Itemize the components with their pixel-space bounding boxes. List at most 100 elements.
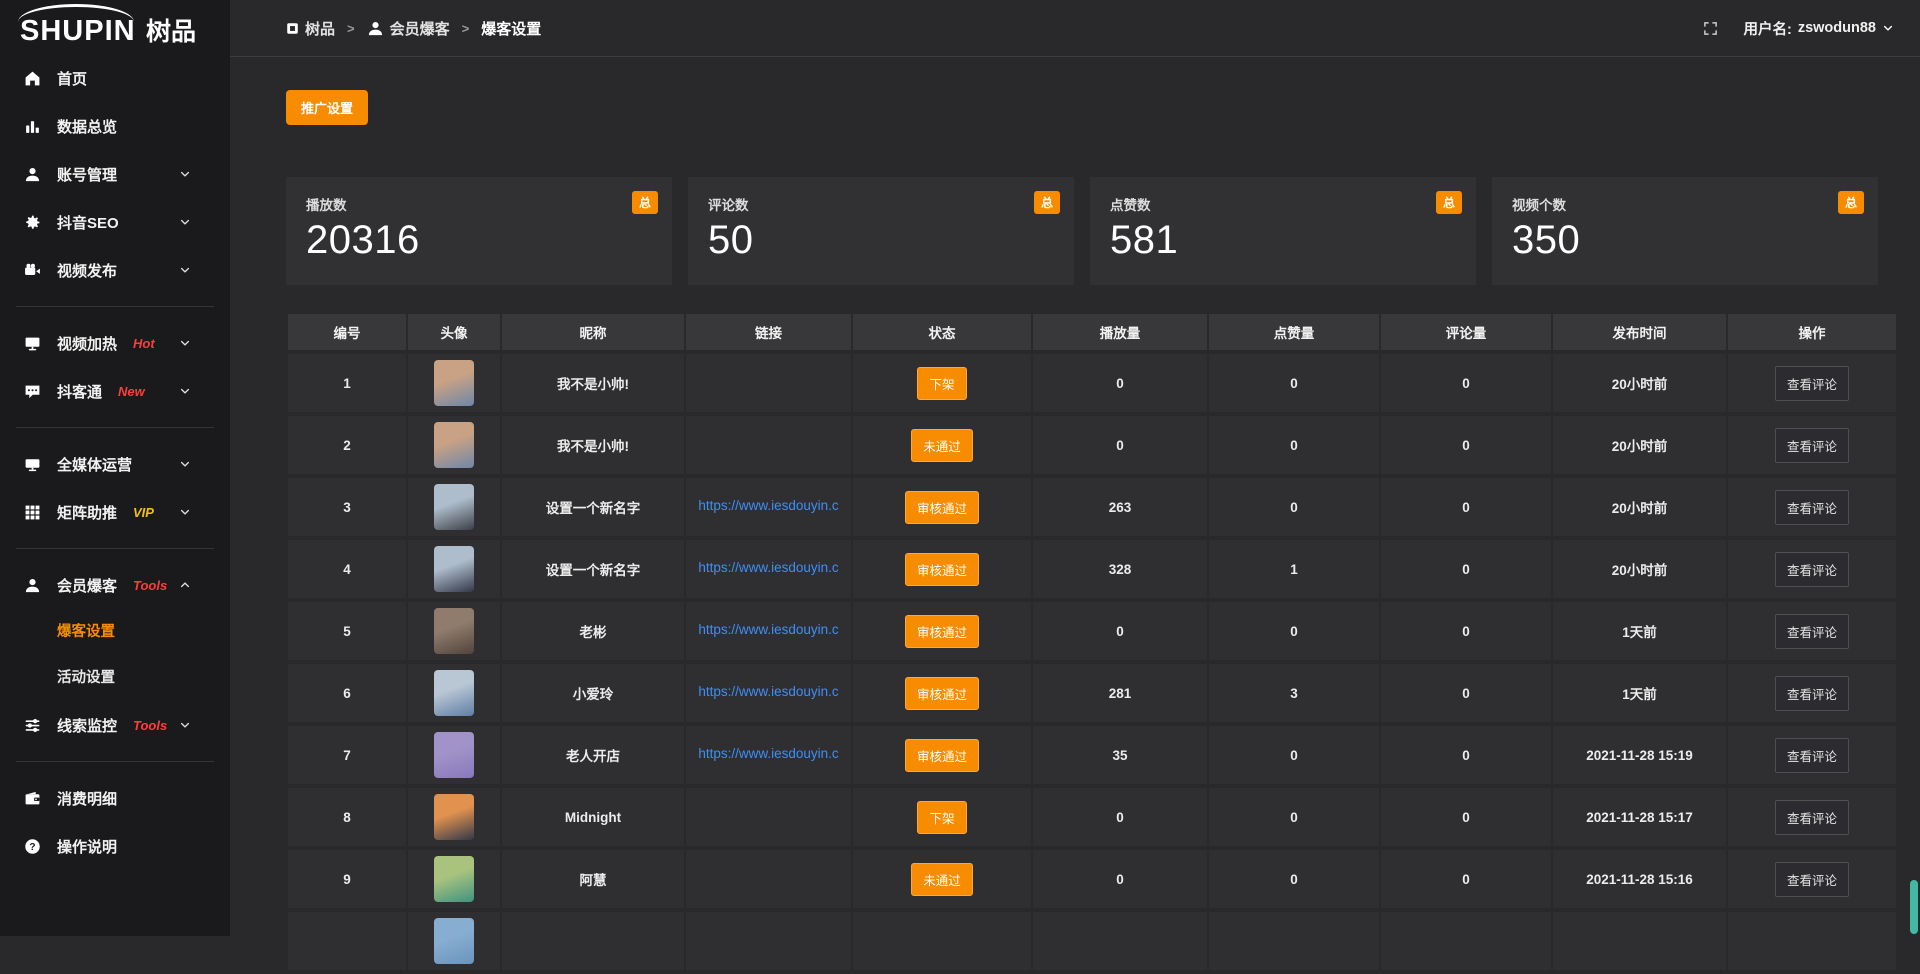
sidebar-item-label: 账号管理 bbox=[57, 164, 117, 185]
video-link[interactable]: https://www.iesdouyin.c bbox=[698, 622, 838, 637]
gear-icon bbox=[24, 214, 42, 231]
sidebar-item-15[interactable]: 消费明细 bbox=[0, 774, 230, 822]
sidebar-item-13[interactable]: 线索监控Tools bbox=[0, 701, 230, 749]
view-comments-button[interactable]: 查看评论 bbox=[1775, 738, 1849, 773]
cell-status: 下架 bbox=[853, 354, 1031, 412]
view-comments-button[interactable]: 查看评论 bbox=[1775, 490, 1849, 525]
cell-plays: 0 bbox=[1033, 602, 1207, 660]
cell-plays bbox=[1033, 912, 1207, 970]
status-badge-button[interactable]: 审核通过 bbox=[905, 491, 979, 524]
table-row: 7老人开店https://www.iesdouyin.c审核通过35002021… bbox=[288, 726, 1896, 784]
chevron-down-icon bbox=[179, 337, 197, 349]
cell-avatar bbox=[408, 602, 500, 660]
column-header-3: 链接 bbox=[686, 314, 851, 350]
video-link[interactable]: https://www.iesdouyin.c bbox=[698, 498, 838, 513]
cell-likes: 1 bbox=[1209, 540, 1379, 598]
home-icon bbox=[24, 70, 42, 87]
sidebar-item-label: 矩阵助推 bbox=[57, 502, 117, 523]
sidebar-subitem-12-0[interactable]: 爆客设置 bbox=[0, 609, 230, 655]
stat-total-badge: 总 bbox=[1436, 191, 1462, 214]
table-row: 3设置一个新名字https://www.iesdouyin.c审核通过26300… bbox=[288, 478, 1896, 536]
chevron-down-icon bbox=[179, 506, 197, 518]
sidebar-item-0[interactable]: 首页 bbox=[0, 54, 230, 102]
app-logo: SHUPIN 树品 bbox=[0, 0, 230, 50]
video-link[interactable]: https://www.iesdouyin.c bbox=[698, 560, 838, 575]
sidebar-item-10[interactable]: 矩阵助推VIP bbox=[0, 488, 230, 536]
avatar bbox=[434, 484, 474, 530]
cell-comments: 0 bbox=[1381, 354, 1551, 412]
view-comments-button[interactable]: 查看评论 bbox=[1775, 552, 1849, 587]
sidebar-item-label: 视频发布 bbox=[57, 260, 117, 281]
cell-link bbox=[686, 354, 851, 412]
bar-chart-icon bbox=[24, 118, 42, 135]
view-comments-button[interactable]: 查看评论 bbox=[1775, 428, 1849, 463]
cell-likes: 0 bbox=[1209, 416, 1379, 474]
breadcrumb-item-2[interactable]: 爆客设置 bbox=[481, 18, 541, 39]
cell-number: 4 bbox=[288, 540, 406, 598]
status-badge-button[interactable]: 下架 bbox=[917, 367, 966, 400]
cell-status: 审核通过 bbox=[853, 478, 1031, 536]
user-menu[interactable]: 用户名: zswodun88 bbox=[1744, 18, 1895, 39]
status-badge-button[interactable]: 审核通过 bbox=[905, 553, 979, 586]
view-comments-button[interactable]: 查看评论 bbox=[1775, 614, 1849, 649]
stat-card-1: 评论数50总 bbox=[688, 177, 1074, 285]
sidebar-item-12[interactable]: 会员爆客Tools bbox=[0, 561, 230, 609]
cell-likes: 0 bbox=[1209, 788, 1379, 846]
avatar bbox=[434, 670, 474, 716]
cell-status: 审核通过 bbox=[853, 602, 1031, 660]
column-header-7: 评论量 bbox=[1381, 314, 1551, 350]
fullscreen-icon[interactable] bbox=[1703, 21, 1718, 36]
sidebar-subitem-12-1[interactable]: 活动设置 bbox=[0, 655, 230, 701]
sidebar-item-label: 视频加热 bbox=[57, 333, 117, 354]
promo-settings-button[interactable]: 推广设置 bbox=[286, 90, 368, 125]
breadcrumb-item-1[interactable]: 会员爆客 bbox=[367, 18, 450, 39]
status-badge-button[interactable]: 审核通过 bbox=[905, 739, 979, 772]
sidebar-item-7[interactable]: 抖客通New bbox=[0, 367, 230, 415]
view-comments-button[interactable]: 查看评论 bbox=[1775, 862, 1849, 897]
video-link[interactable]: https://www.iesdouyin.c bbox=[698, 684, 838, 699]
cell-comments: 0 bbox=[1381, 478, 1551, 536]
cell-comments: 0 bbox=[1381, 850, 1551, 908]
cell-actions: 查看评论 bbox=[1728, 664, 1896, 722]
monitor-icon bbox=[24, 456, 42, 473]
status-badge-button[interactable]: 未通过 bbox=[911, 863, 973, 896]
sidebar-item-2[interactable]: 账号管理 bbox=[0, 150, 230, 198]
video-link[interactable]: https://www.iesdouyin.c bbox=[698, 746, 838, 761]
sidebar-item-9[interactable]: 全媒体运营 bbox=[0, 440, 230, 488]
sidebar-item-16[interactable]: ?操作说明 bbox=[0, 822, 230, 870]
sidebar-item-tag: Tools bbox=[133, 578, 167, 593]
status-badge-button[interactable]: 未通过 bbox=[911, 429, 973, 462]
view-comments-button[interactable]: 查看评论 bbox=[1775, 800, 1849, 835]
status-badge-button[interactable]: 审核通过 bbox=[905, 615, 979, 648]
cell-number: 8 bbox=[288, 788, 406, 846]
status-badge-button[interactable]: 下架 bbox=[917, 801, 966, 834]
username-label: 用户名: bbox=[1744, 18, 1792, 39]
cell-avatar bbox=[408, 540, 500, 598]
cell-link: https://www.iesdouyin.c bbox=[686, 540, 851, 598]
cell-link bbox=[686, 912, 851, 970]
cell-nickname: 小爱玲 bbox=[502, 664, 684, 722]
view-comments-button[interactable]: 查看评论 bbox=[1775, 366, 1849, 401]
cell-number: 5 bbox=[288, 602, 406, 660]
scrollbar-thumb[interactable] bbox=[1910, 880, 1918, 934]
cell-plays: 0 bbox=[1033, 354, 1207, 412]
sidebar-item-1[interactable]: 数据总览 bbox=[0, 102, 230, 150]
cell-nickname: 设置一个新名字 bbox=[502, 540, 684, 598]
sidebar: SHUPIN 树品 首页数据总览账号管理抖音SEO 视频发布视频加热Hot抖客通N… bbox=[0, 0, 230, 936]
status-badge-button[interactable]: 审核通过 bbox=[905, 677, 979, 710]
cell-likes bbox=[1209, 912, 1379, 970]
stat-card-3: 视频个数350总 bbox=[1492, 177, 1878, 285]
cell-nickname: 我不是小帅! bbox=[502, 416, 684, 474]
cell-nickname: 老人开店 bbox=[502, 726, 684, 784]
chevron-down-icon bbox=[1882, 22, 1894, 34]
cell-avatar bbox=[408, 416, 500, 474]
avatar bbox=[434, 608, 474, 654]
sidebar-item-4[interactable]: 视频发布 bbox=[0, 246, 230, 294]
cell-nickname: 我不是小帅! bbox=[502, 354, 684, 412]
cell-link: https://www.iesdouyin.c bbox=[686, 726, 851, 784]
view-comments-button[interactable]: 查看评论 bbox=[1775, 676, 1849, 711]
breadcrumb-item-0[interactable]: 树品 bbox=[286, 18, 335, 39]
cell-publish-time: 20小时前 bbox=[1553, 354, 1726, 412]
sidebar-item-6[interactable]: 视频加热Hot bbox=[0, 319, 230, 367]
sidebar-item-3[interactable]: 抖音SEO bbox=[0, 198, 230, 246]
